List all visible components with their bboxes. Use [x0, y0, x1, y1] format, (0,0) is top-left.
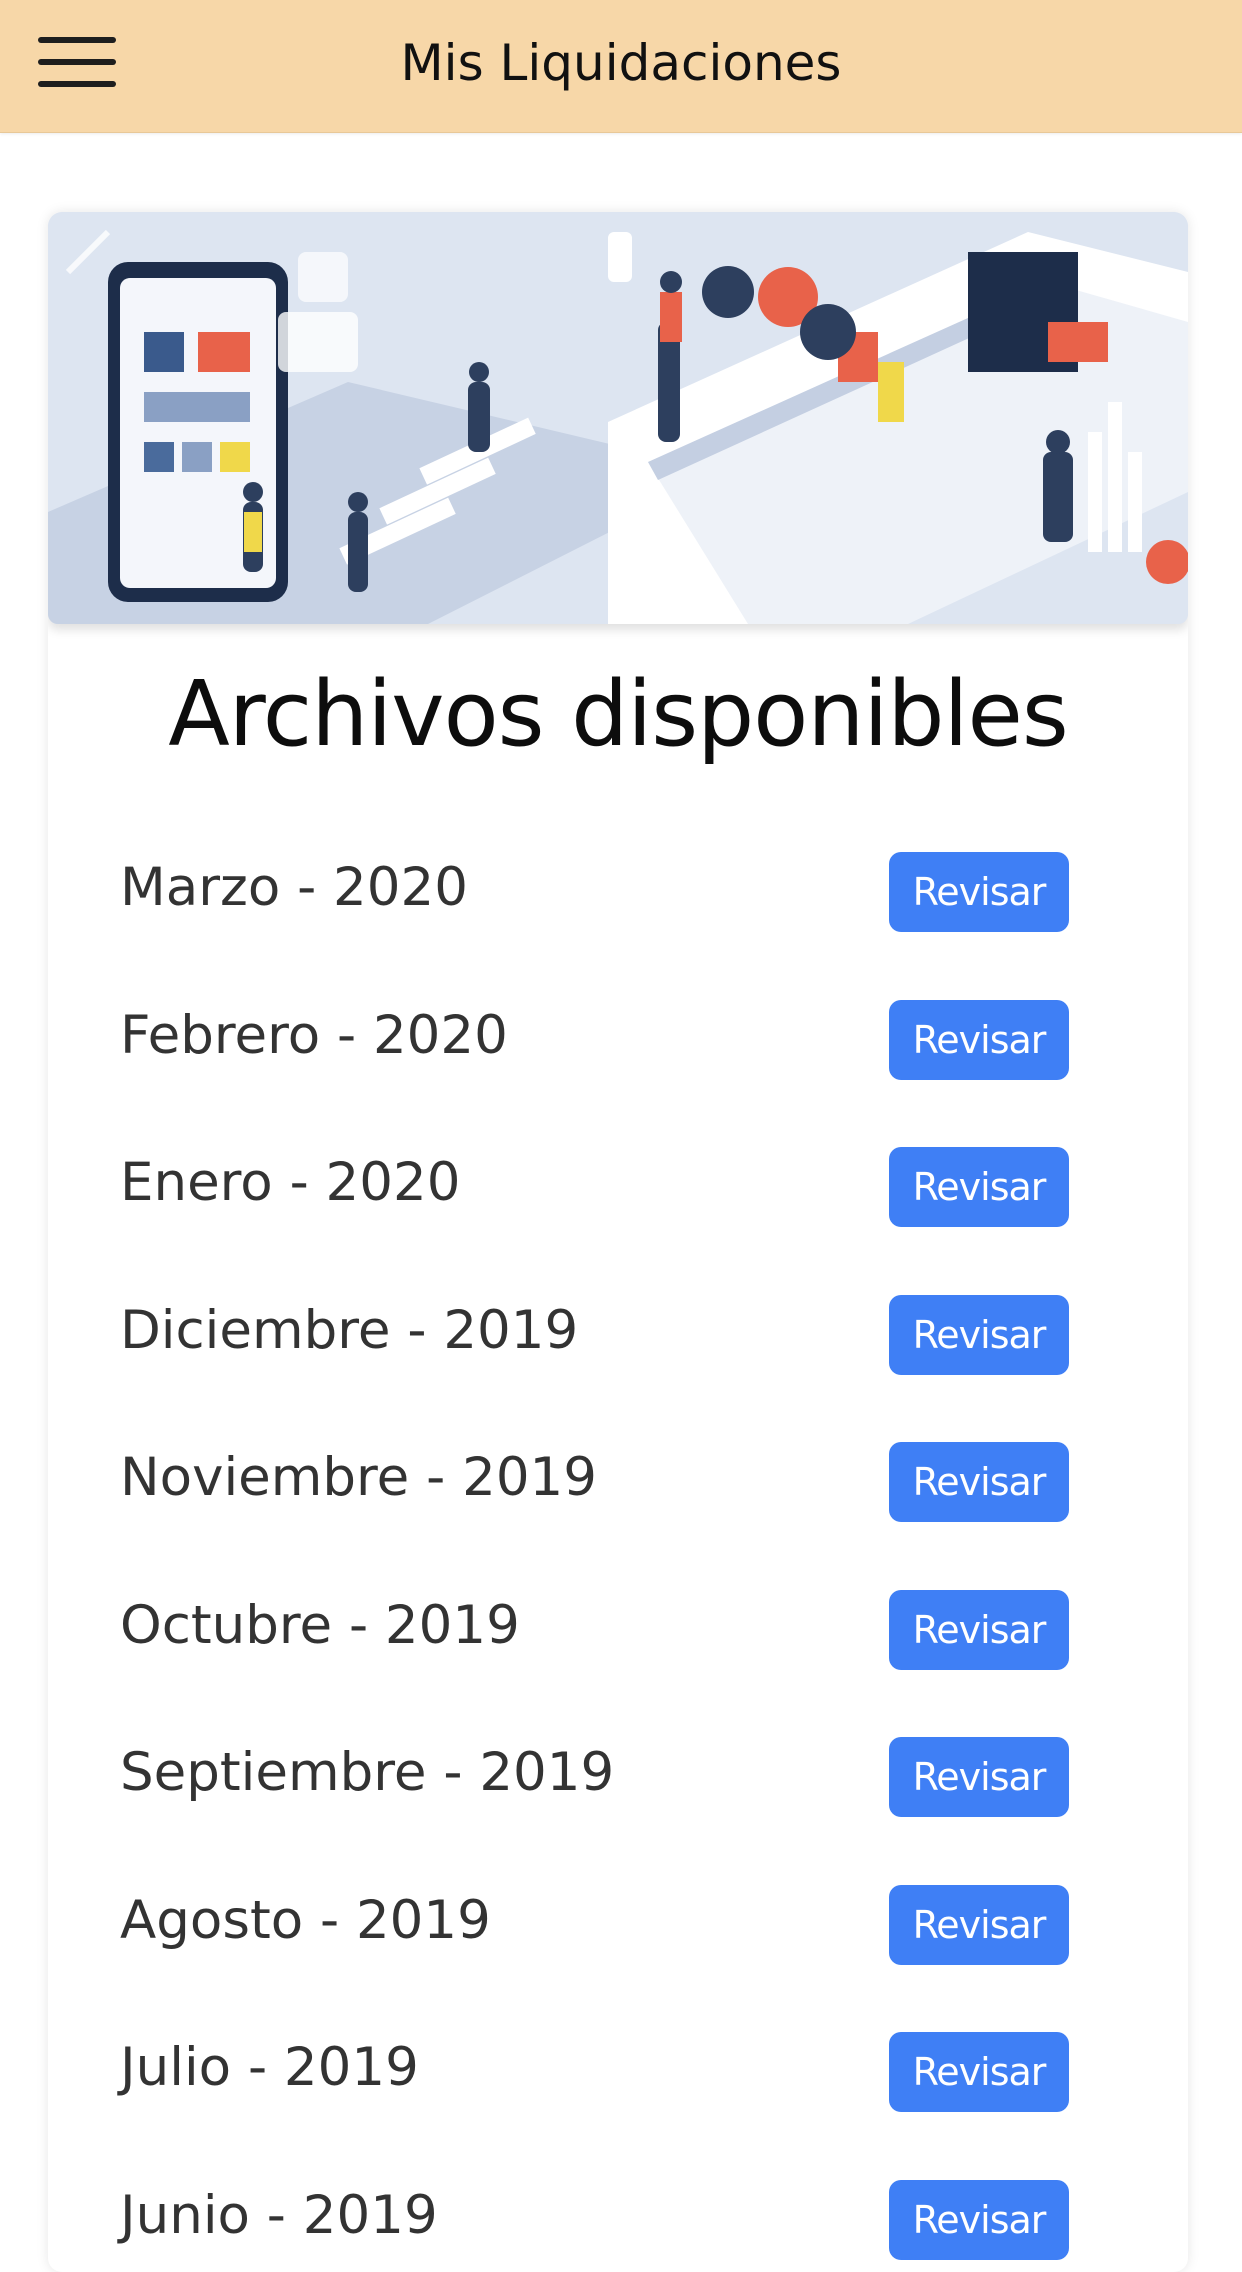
list-item: Agosto - 2019 Revisar [48, 1845, 1188, 1993]
period-label: Diciembre - 2019 [120, 1295, 578, 1367]
list-item: Julio - 2019 Revisar [48, 1992, 1188, 2140]
app-bar: Mis Liquidaciones [0, 0, 1242, 133]
review-button[interactable]: Revisar [889, 1147, 1069, 1227]
list-item: Noviembre - 2019 Revisar [48, 1402, 1188, 1550]
review-button[interactable]: Revisar [889, 1885, 1069, 1965]
banner-illustration [48, 212, 1188, 624]
list-item: Junio - 2019 Revisar [48, 2140, 1188, 2272]
list-item: Diciembre - 2019 Revisar [48, 1255, 1188, 1403]
review-button[interactable]: Revisar [889, 2032, 1069, 2112]
review-button[interactable]: Revisar [889, 1000, 1069, 1080]
review-button[interactable]: Revisar [889, 1442, 1069, 1522]
settlements-card: Archivos disponibles Marzo - 2020 Revisa… [48, 212, 1188, 2272]
period-label: Julio - 2019 [120, 2032, 419, 2104]
card-title: Archivos disponibles [48, 660, 1188, 770]
review-button[interactable]: Revisar [889, 2180, 1069, 2260]
settlements-list: Marzo - 2020 Revisar Febrero - 2020 Revi… [48, 812, 1188, 2272]
period-label: Junio - 2019 [120, 2180, 438, 2252]
review-button[interactable]: Revisar [889, 1590, 1069, 1670]
period-label: Enero - 2020 [120, 1147, 460, 1219]
list-item: Febrero - 2020 Revisar [48, 960, 1188, 1108]
period-label: Octubre - 2019 [120, 1590, 520, 1662]
period-label: Agosto - 2019 [120, 1885, 491, 1957]
page-title: Mis Liquidaciones [0, 28, 1242, 98]
period-label: Febrero - 2020 [120, 1000, 508, 1072]
review-button[interactable]: Revisar [889, 852, 1069, 932]
list-item: Octubre - 2019 Revisar [48, 1550, 1188, 1698]
review-button[interactable]: Revisar [889, 1737, 1069, 1817]
review-button[interactable]: Revisar [889, 1295, 1069, 1375]
period-label: Noviembre - 2019 [120, 1442, 597, 1514]
period-label: Septiembre - 2019 [120, 1737, 614, 1809]
list-item: Septiembre - 2019 Revisar [48, 1697, 1188, 1845]
list-item: Marzo - 2020 Revisar [48, 812, 1188, 960]
period-label: Marzo - 2020 [120, 852, 468, 924]
list-item: Enero - 2020 Revisar [48, 1107, 1188, 1255]
